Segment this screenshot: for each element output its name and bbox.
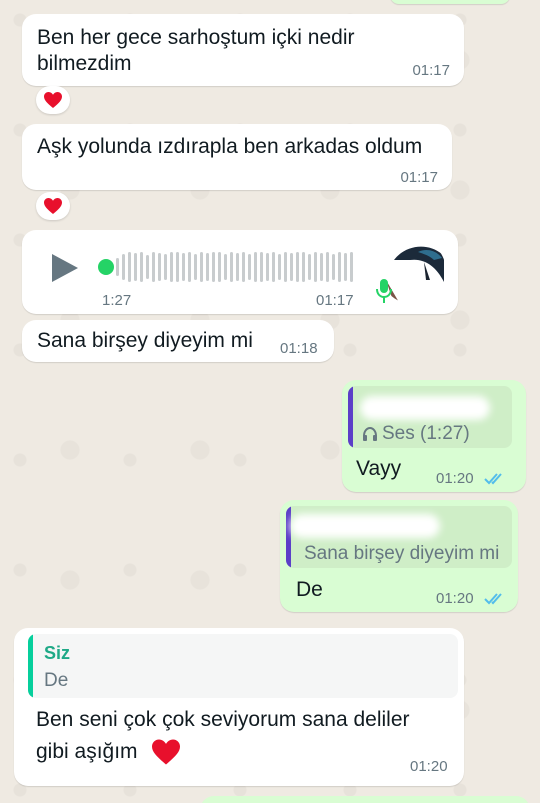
message-bubble-5[interactable]: Ses (1:27) Vayy 01:20 (342, 380, 526, 492)
message-time: 01:18 (280, 340, 318, 357)
waveform-bar (314, 252, 317, 282)
waveform-bar (212, 252, 215, 282)
waveform-bar (302, 252, 305, 282)
quoted-sender-name-redacted (360, 396, 490, 420)
message-time: 01:20 (436, 470, 474, 487)
waveform-bar (254, 252, 257, 282)
heart-reaction[interactable] (36, 192, 70, 220)
playback-progress-dot[interactable] (98, 259, 114, 275)
waveform-bar (188, 252, 191, 282)
waveform-bar (290, 253, 293, 281)
waveform-bar (134, 253, 137, 281)
quoted-text: De (44, 670, 69, 691)
message-text-line-1: Vayy (356, 457, 402, 480)
message-time: 01:20 (436, 590, 474, 607)
heart-reaction[interactable] (36, 86, 70, 114)
quote-bar (28, 634, 33, 698)
waveform-bar (344, 253, 347, 281)
voice-message-bubble[interactable]: 1:27 01:17 (22, 230, 458, 314)
reply-quote[interactable]: Ses (1:27) (348, 386, 512, 448)
waveform-bar (128, 252, 131, 282)
message-text-line-1: De (296, 578, 323, 601)
headphones-icon (363, 426, 377, 441)
message-text-line-2: bilmezdim (37, 52, 132, 75)
waveform-bar (176, 252, 179, 282)
message-text-line-1: Ben seni çok çok seviyorum sana deliler (36, 708, 410, 731)
waveform-bar (206, 253, 209, 281)
waveform-bar (224, 254, 227, 280)
message-text-line-2: gibi aşığım (36, 740, 138, 763)
waveform-bar (182, 253, 185, 281)
message-text-line-1: Ben her gece sarhoştum içki nedir (37, 26, 355, 49)
waveform-bar (236, 253, 239, 281)
read-ticks-icon (484, 593, 502, 605)
waveform-bar (122, 254, 125, 280)
partial-outgoing-bubble-bottom[interactable] (200, 796, 530, 803)
play-icon[interactable] (50, 252, 80, 284)
waveform-bar (170, 252, 173, 282)
message-bubble-1[interactable]: Ben her gece sarhoştum içki nedir bilmez… (22, 14, 464, 86)
microphone-icon (376, 279, 392, 303)
partial-outgoing-bubble-top[interactable] (390, 0, 510, 4)
waveform-bar (266, 253, 269, 281)
message-time: 01:17 (412, 62, 450, 79)
quote-bar (348, 386, 353, 448)
waveform-bar (350, 252, 353, 282)
waveform-bar (308, 254, 311, 280)
quoted-sender-name-redacted (290, 514, 440, 538)
waveform-bar (326, 252, 329, 282)
message-text-line-1: Aşk yolunda ızdırapla ben arkadas oldum (37, 135, 423, 158)
waveform-bar (242, 252, 245, 282)
message-time: 01:17 (400, 169, 438, 186)
waveform-bar (164, 254, 167, 280)
waveform-bar (218, 252, 221, 282)
heart-icon (44, 198, 62, 214)
waveform-bar (248, 254, 251, 280)
message-bubble-2[interactable]: Aşk yolunda ızdırapla ben arkadas oldum … (22, 124, 452, 190)
waveform-bar (272, 252, 275, 282)
message-time: 01:17 (316, 292, 354, 309)
voice-duration: 1:27 (102, 292, 132, 309)
heart-icon (44, 92, 62, 108)
waveform-bar (296, 252, 299, 282)
message-time: 01:20 (410, 758, 448, 775)
quoted-text: Sana birşey diyeyim mi (304, 543, 500, 564)
waveform-bar (230, 252, 233, 282)
waveform-bar (116, 258, 119, 276)
waveform-bar (320, 253, 323, 281)
reply-quote[interactable]: Siz De (28, 634, 458, 698)
quoted-text: Ses (1:27) (382, 423, 470, 444)
reply-quote[interactable]: Sana birşey diyeyim mi (286, 506, 512, 568)
quoted-sender-name: Siz (44, 643, 71, 663)
message-bubble-4[interactable]: Sana birşey diyeyim mi 01:18 (22, 320, 334, 362)
read-ticks-icon (484, 473, 502, 485)
voice-waveform[interactable] (116, 249, 356, 285)
waveform-bar (200, 252, 203, 282)
waveform-bar (158, 253, 161, 281)
waveform-bar (152, 252, 155, 282)
waveform-bar (278, 254, 281, 280)
waveform-bar (146, 255, 149, 279)
waveform-bar (140, 252, 143, 282)
quote-bar (286, 506, 291, 568)
message-text-line-1: Sana birşey diyeyim mi (37, 329, 253, 352)
heart-emoji-icon (152, 739, 180, 765)
waveform-bar (284, 252, 287, 282)
message-bubble-6[interactable]: Sana birşey diyeyim mi De 01:20 (280, 500, 518, 612)
waveform-bar (332, 254, 335, 280)
waveform-bar (194, 254, 197, 280)
waveform-bar (260, 252, 263, 282)
waveform-bar (338, 252, 341, 282)
message-bubble-7[interactable]: Siz De Ben seni çok çok seviyorum sana d… (14, 628, 464, 786)
